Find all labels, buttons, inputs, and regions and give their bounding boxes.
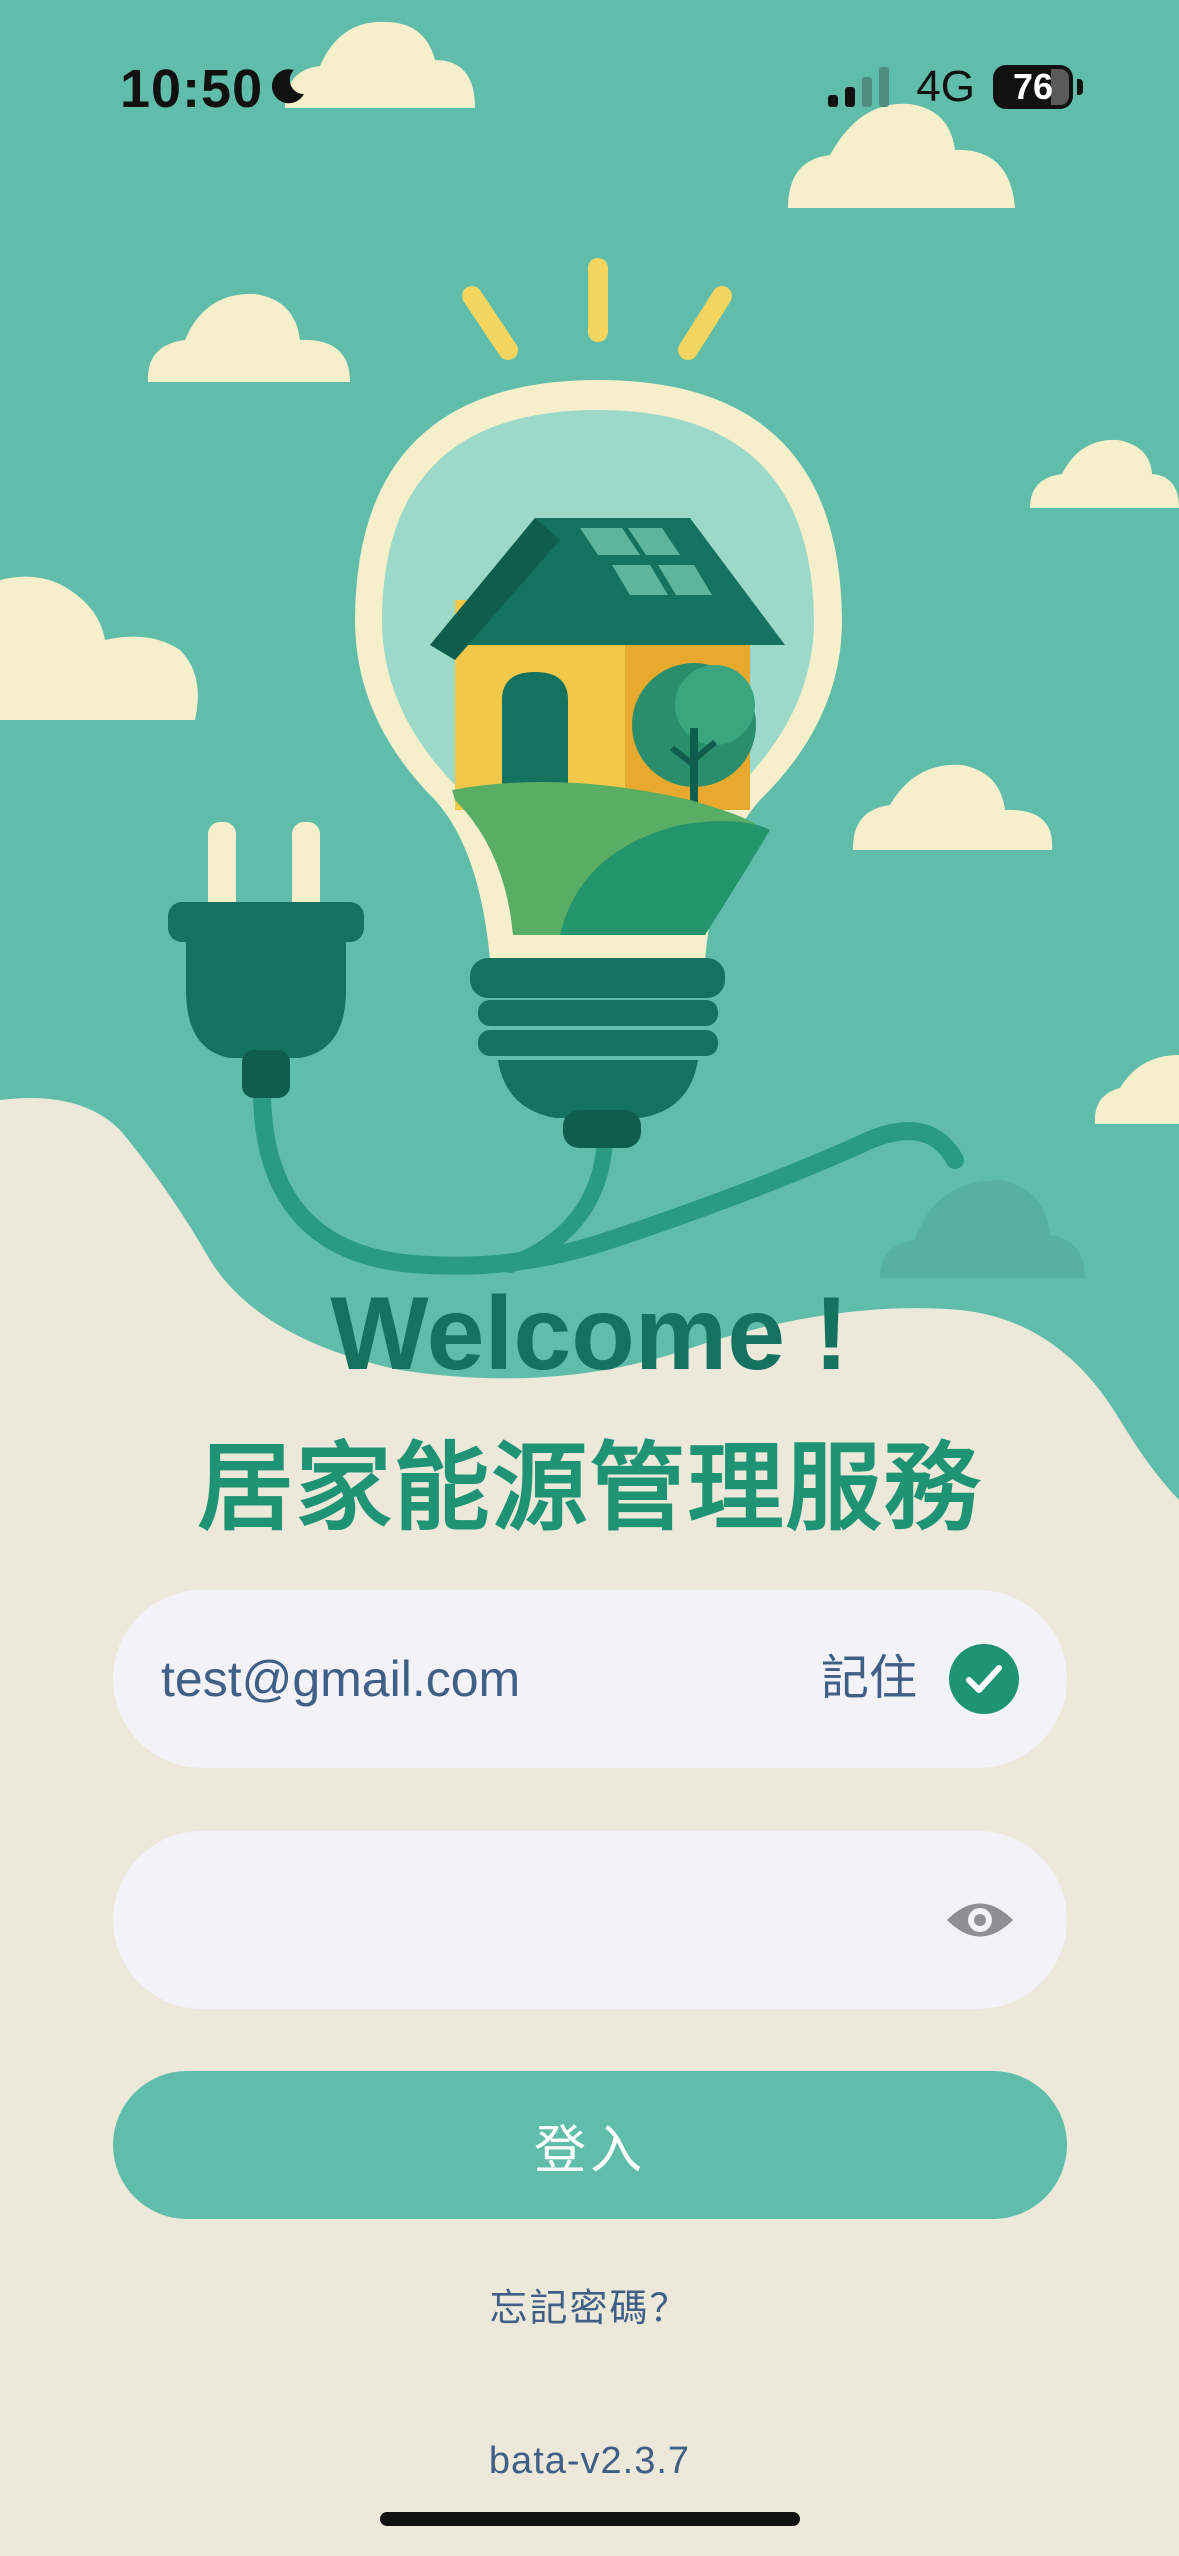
home-indicator[interactable] — [380, 2512, 800, 2526]
battery-empty-portion — [1051, 69, 1069, 105]
signal-icon — [828, 67, 890, 107]
app-subtitle: 居家能源管理服務 — [197, 1435, 982, 1542]
check-icon — [966, 1665, 1002, 1693]
forgot-password-link[interactable]: 忘記密碼？ — [0, 2277, 1179, 2332]
login-screen: 10:50 4G 76 Welcome ! 居家能源管理服務 test@gmai… — [0, 0, 1179, 2556]
login-button[interactable]: 登入 — [113, 2071, 1067, 2219]
battery-level: 76 — [1012, 66, 1054, 107]
email-input-value[interactable]: test@gmail.com — [161, 1590, 520, 1768]
app-version: bata-v2.3.7 — [488, 2440, 691, 2482]
email-field[interactable]: test@gmail.com 記住 — [113, 1590, 1067, 1768]
welcome-title: Welcome ! — [330, 1276, 849, 1392]
status-time: 10:50 — [120, 59, 264, 119]
battery-icon: 76 — [993, 65, 1073, 109]
password-field[interactable] — [113, 1831, 1067, 2009]
battery-tip — [1077, 79, 1083, 95]
moon-icon — [271, 69, 304, 104]
remember-label[interactable]: 記住 — [821, 1590, 917, 1768]
remember-checkbox[interactable] — [949, 1644, 1019, 1714]
status-indicators: 4G 76 — [828, 62, 1083, 112]
network-type: 4G — [916, 62, 975, 111]
eye-icon[interactable] — [945, 1895, 1015, 1945]
